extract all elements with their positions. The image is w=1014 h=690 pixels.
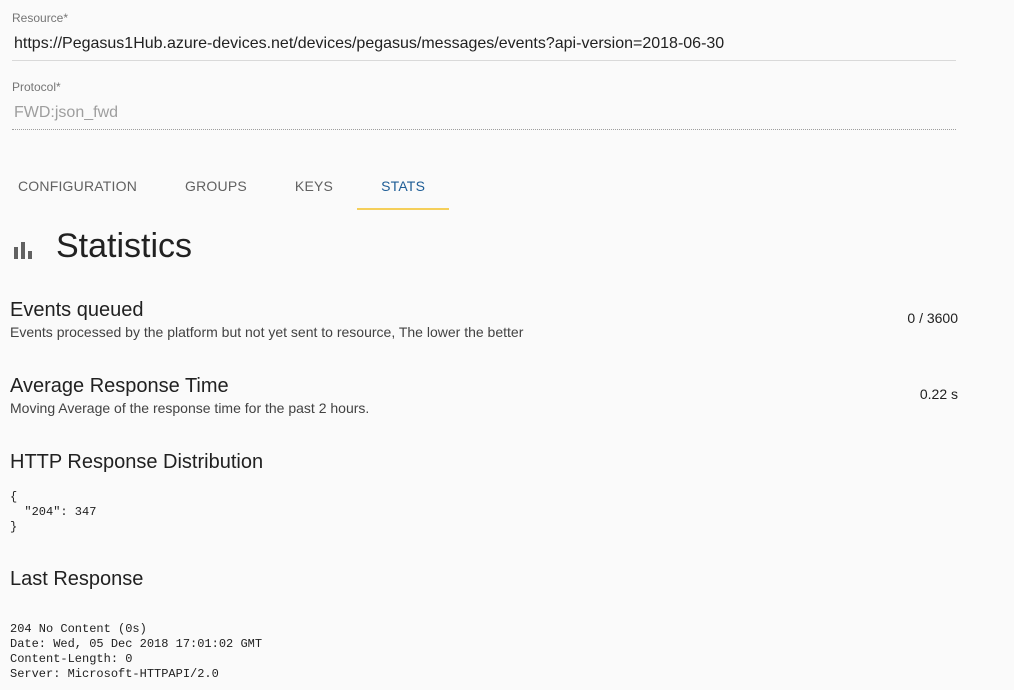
protocol-underline: [12, 129, 956, 130]
bar-chart-icon: [14, 239, 36, 259]
protocol-input: FWD:json_fwd: [14, 104, 119, 121]
page-title: Statistics: [56, 227, 193, 265]
resource-input[interactable]: https://Pegasus1Hub.azure-devices.net/de…: [12, 34, 956, 54]
statistics-heading: Statistics: [14, 226, 192, 266]
resource-field[interactable]: Resource* https://Pegasus1Hub.azure-devi…: [12, 11, 956, 61]
average-response-value: 0.22 s: [919, 386, 958, 402]
events-queued-title: Events queued: [10, 299, 144, 321]
http-distribution-title: HTTP Response Distribution: [10, 451, 264, 473]
tab-groups[interactable]: GROUPS: [161, 166, 271, 210]
resource-label: Resource*: [12, 11, 69, 25]
stat-events-queued: Events queued Events processed by the pl…: [10, 298, 958, 341]
protocol-label: Protocol*: [12, 80, 61, 94]
last-response-title: Last Response: [10, 568, 144, 590]
http-distribution-json: { "204": 347 }: [10, 490, 97, 534]
events-queued-description: Events processed by the platform but not…: [10, 324, 524, 340]
protocol-field: Protocol* FWD:json_fwd: [12, 80, 956, 130]
resource-underline: [12, 60, 956, 61]
last-response-text: 204 No Content (0s) Date: Wed, 05 Dec 20…: [10, 622, 263, 681]
tab-configuration[interactable]: CONFIGURATION: [0, 166, 161, 210]
tab-stats[interactable]: STATS: [357, 166, 450, 210]
events-queued-value: 0 / 3600: [907, 310, 958, 326]
tab-keys[interactable]: KEYS: [271, 166, 357, 210]
average-response-description: Moving Average of the response time for …: [10, 400, 370, 416]
average-response-title: Average Response Time: [10, 375, 229, 397]
stat-average-response-time: Average Response Time Moving Average of …: [10, 374, 958, 417]
tab-bar: CONFIGURATION GROUPS KEYS STATS: [0, 166, 450, 211]
